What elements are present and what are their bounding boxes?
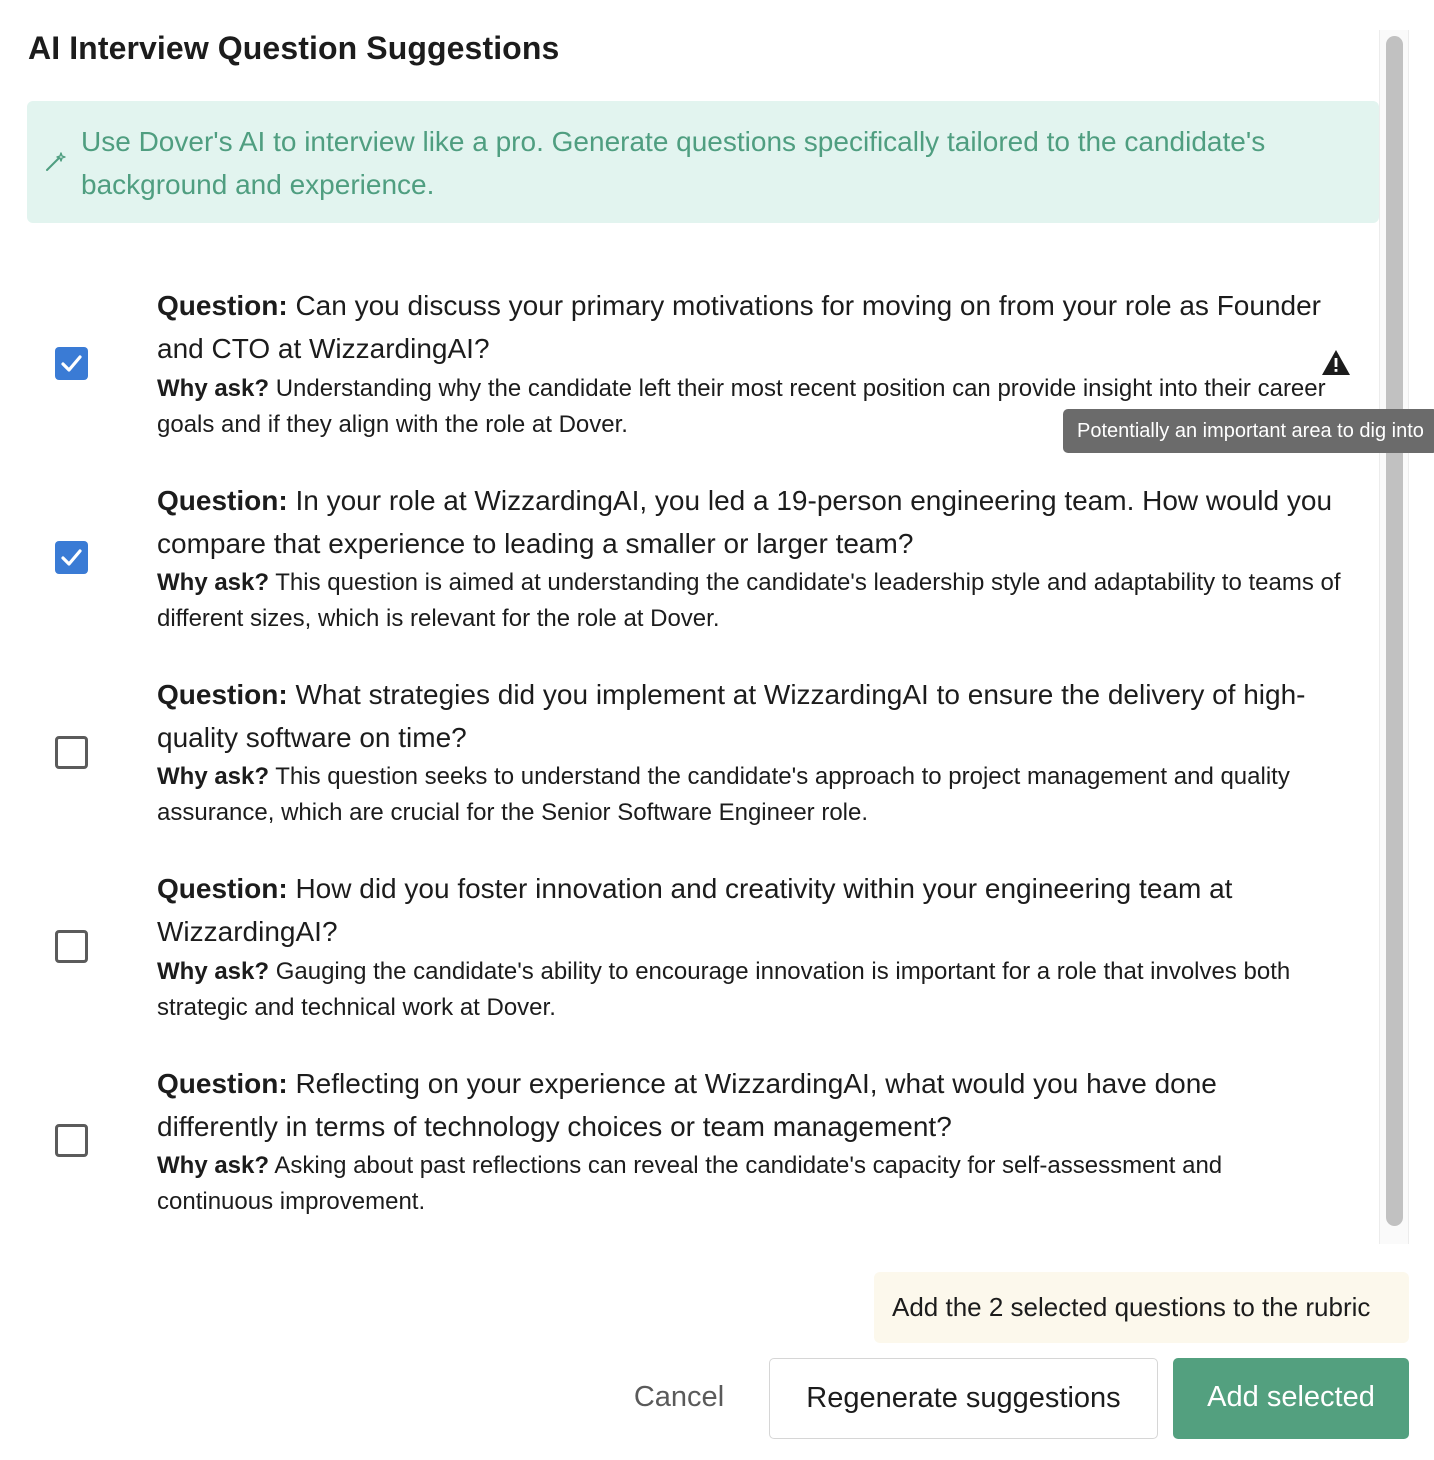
question-body: In your role at WizzardingAI, you led a … (157, 485, 1333, 559)
scrollbar-thumb[interactable] (1386, 36, 1403, 1226)
why-ask-text: Why ask? Gauging the candidate's ability… (157, 954, 1342, 1026)
question-checkbox[interactable] (55, 541, 88, 574)
question-text: Question: Can you discuss your primary m… (157, 284, 1342, 370)
magic-wand-icon (44, 150, 68, 179)
question-label: Question: (157, 873, 288, 904)
why-ask-text: Why ask? This question is aimed at under… (157, 565, 1342, 637)
question-body: Reflecting on your experience at Wizzard… (157, 1068, 1217, 1142)
question-text: Question: How did you foster innovation … (157, 867, 1342, 953)
why-ask-text: Why ask? Asking about past reflections c… (157, 1148, 1342, 1220)
why-ask-label: Why ask? (157, 763, 270, 790)
importance-tooltip: Potentially an important area to dig int… (1063, 409, 1434, 453)
question-label: Question: (157, 679, 288, 710)
why-ask-text: Why ask? This question seeks to understa… (157, 759, 1342, 831)
dialog-title: AI Interview Question Suggestions (28, 30, 560, 66)
why-ask-label: Why ask? (157, 569, 270, 596)
question-label: Question: (157, 290, 288, 321)
question-checkbox[interactable] (55, 736, 88, 769)
question-checkbox[interactable] (55, 930, 88, 963)
why-ask-body: Asking about past reflections can reveal… (157, 1152, 1223, 1215)
question-checkbox[interactable] (55, 347, 88, 380)
question-body: How did you foster innovation and creati… (157, 873, 1233, 947)
why-ask-label: Why ask? (157, 1152, 270, 1179)
add-selected-button[interactable]: Add selected (1173, 1358, 1409, 1439)
selection-summary-note: Add the 2 selected questions to the rubr… (874, 1272, 1409, 1343)
question-label: Question: (157, 485, 288, 516)
why-ask-label: Why ask? (157, 958, 270, 985)
why-ask-body: Gauging the candidate's ability to encou… (157, 958, 1291, 1021)
question-body: What strategies did you implement at Wiz… (157, 679, 1306, 753)
cancel-button[interactable]: Cancel (612, 1358, 746, 1439)
question-body: Can you discuss your primary motivations… (157, 290, 1321, 364)
question-text: Question: What strategies did you implem… (157, 673, 1342, 759)
regenerate-suggestions-button[interactable]: Regenerate suggestions (769, 1358, 1158, 1439)
warning-triangle-icon[interactable] (1321, 349, 1351, 381)
question-label: Question: (157, 1068, 288, 1099)
question-checkbox[interactable] (55, 1124, 88, 1157)
question-text: Question: Reflecting on your experience … (157, 1062, 1342, 1148)
why-ask-body: This question is aimed at understanding … (157, 569, 1341, 632)
ai-question-suggestions-dialog: AI Interview Question Suggestions Use Do… (0, 0, 1434, 1460)
question-text: Question: In your role at WizzardingAI, … (157, 479, 1342, 565)
why-ask-label: Why ask? (157, 375, 270, 402)
banner-text: Use Dover's AI to interview like a pro. … (81, 126, 1266, 200)
why-ask-body: This question seeks to understand the ca… (157, 763, 1290, 826)
